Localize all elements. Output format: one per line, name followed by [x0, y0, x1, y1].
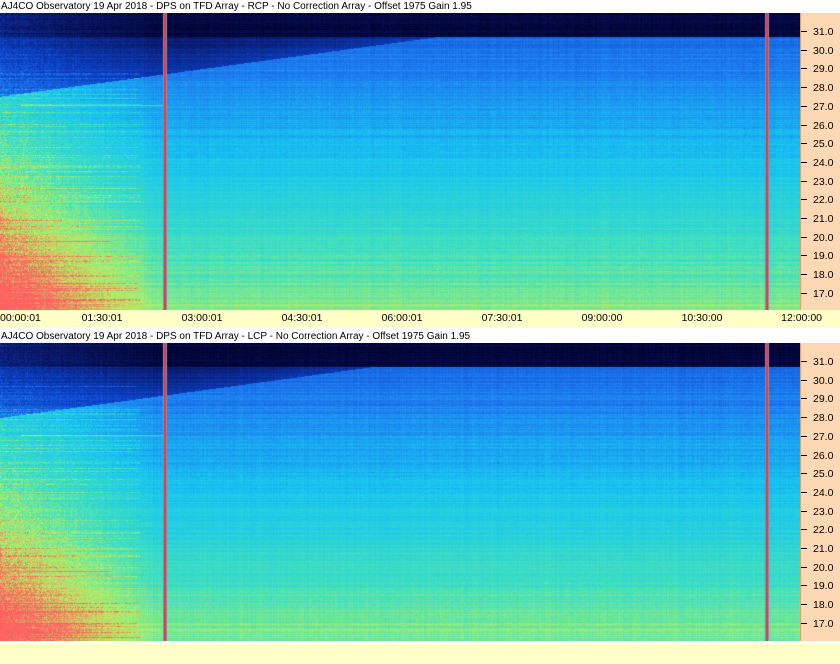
y-tick-label: 25.0	[801, 467, 840, 481]
y-tick-label: 27.0	[801, 430, 840, 444]
y-tick-label: 22.0	[801, 523, 840, 537]
spectrogram-lcp	[0, 343, 800, 641]
frequency-axis-lcp: 31.0 30.0 29.0 28.0 27.0 26.0 25.0 24.0 23.0 22.0…	[800, 343, 840, 641]
y-tick-label: 23.0	[801, 175, 840, 189]
y-tick-label: 28.0	[801, 411, 840, 425]
frequency-axis-rcp: 31.0 30.0 29.0 28.0 27.0 26.0 25.0 24.0 23.0 22.0…	[800, 13, 840, 310]
y-tick-label: 24.0	[801, 486, 840, 500]
y-tick-label: 30.0	[801, 374, 840, 388]
y-tick-label: 26.0	[801, 119, 840, 133]
y-tick-label: 28.0	[801, 81, 840, 95]
y-tick-label: 21.0	[801, 212, 840, 226]
y-tick-label: 25.0	[801, 137, 840, 151]
x-tick-label: 09:00:00	[581, 312, 623, 324]
y-tick-label: 17.0	[801, 287, 840, 301]
y-tick-label: 19.0	[801, 579, 840, 593]
spectrogram-rcp	[0, 13, 800, 310]
time-axis-rcp: 00:00:01 01:30:01 03:00:01 04:30:01 06:00:01…	[0, 310, 840, 327]
y-tick-label: 27.0	[801, 100, 840, 114]
y-tick-label: 26.0	[801, 449, 840, 463]
x-tick-label: 00:00:01	[0, 312, 41, 324]
x-tick-label: 04:30:01	[281, 312, 323, 324]
y-tick-label: 20.0	[801, 561, 840, 575]
y-tick-label: 30.0	[801, 44, 840, 58]
y-tick-label: 31.0	[801, 25, 840, 39]
y-tick-label: 31.0	[801, 355, 840, 369]
x-tick-label: 01:30:01	[81, 312, 123, 324]
y-tick-label: 23.0	[801, 505, 840, 519]
y-tick-label: 29.0	[801, 62, 840, 76]
x-tick-label: 10:30:00	[681, 312, 723, 324]
y-tick-label: 18.0	[801, 268, 840, 282]
y-tick-label: 17.0	[801, 617, 840, 631]
y-tick-label: 24.0	[801, 156, 840, 170]
x-tick-label: 12:00:00	[781, 312, 822, 324]
time-axis-lcp-strip	[0, 644, 840, 664]
y-tick-label: 29.0	[801, 392, 840, 406]
y-tick-label: 21.0	[801, 542, 840, 556]
x-tick-label: 07:30:01	[481, 312, 523, 324]
x-tick-label: 03:00:01	[181, 312, 223, 324]
y-tick-label: 20.0	[801, 231, 840, 245]
y-tick-label: 18.0	[801, 598, 840, 612]
x-tick-label: 06:00:01	[381, 312, 423, 324]
panel-title-rcp: AJ4CO Observatory 19 Apr 2018 - DPS on T…	[0, 0, 840, 13]
y-tick-label: 19.0	[801, 249, 840, 263]
panel-title-lcp: AJ4CO Observatory 19 Apr 2018 - DPS on T…	[0, 330, 840, 343]
y-tick-label: 22.0	[801, 193, 840, 207]
